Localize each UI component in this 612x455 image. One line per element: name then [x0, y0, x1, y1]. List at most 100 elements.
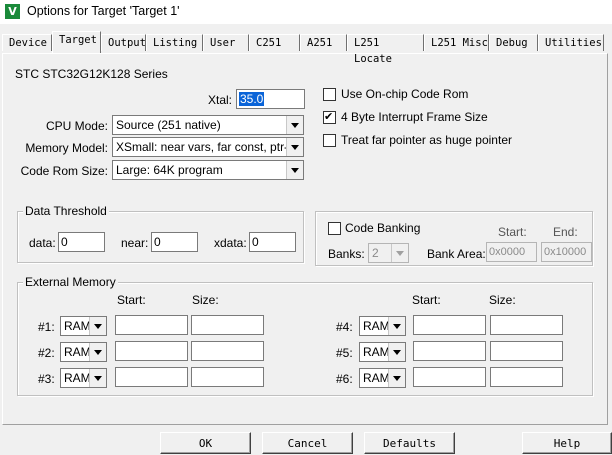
- bank-area-start-input[interactable]: 0x0000: [486, 242, 537, 262]
- ext-mem-row-1-label: #1:: [38, 320, 55, 334]
- ext-mem-type-value: RAM: [363, 371, 390, 385]
- ext-mem-row-3-type[interactable]: RAM: [60, 368, 107, 388]
- code-banking-label: Code Banking: [345, 221, 421, 235]
- xtal-value: 35.0: [239, 92, 265, 106]
- chevron-down-icon[interactable]: [89, 369, 106, 387]
- ext-mem-row-4-start[interactable]: [413, 315, 486, 335]
- ext-mem-row-1-type[interactable]: RAM: [60, 316, 107, 336]
- tab-l251-misc[interactable]: L251 Misc: [424, 34, 489, 51]
- data-threshold-title: Data Threshold: [23, 204, 109, 218]
- ext-mem-row-6-label: #6:: [336, 372, 353, 386]
- bank-area-end-input[interactable]: 0x10000: [541, 242, 592, 262]
- xtal-input[interactable]: 35.0: [236, 89, 305, 109]
- ext-size-label-left: Size:: [192, 293, 219, 307]
- cpu-mode-value: Source (251 native): [116, 118, 221, 132]
- keil-uvision-icon: V: [5, 4, 20, 19]
- ext-mem-row-3-start[interactable]: [115, 367, 188, 387]
- tab-listing[interactable]: Listing: [146, 34, 203, 51]
- far-pointer-huge-checkbox[interactable]: [323, 134, 336, 147]
- code-rom-size-select[interactable]: Large: 64K program: [112, 160, 304, 180]
- ext-mem-row-4-size[interactable]: [490, 315, 563, 335]
- ext-mem-row-6-type[interactable]: RAM: [359, 368, 406, 388]
- use-onchip-code-rom-label: Use On-chip Code Rom: [341, 87, 469, 101]
- ext-mem-row-3-size[interactable]: [191, 367, 264, 387]
- tab-l251-locate[interactable]: L251 Locate: [347, 34, 424, 65]
- tab-a251[interactable]: A251: [300, 34, 347, 51]
- memory-model-select[interactable]: XSmall: near vars, far const, ptr-4: [112, 137, 304, 157]
- help-button[interactable]: Help: [522, 432, 612, 454]
- ext-mem-row-4-label: #4:: [336, 320, 353, 334]
- chevron-down-icon[interactable]: [286, 161, 303, 179]
- data-threshold-input[interactable]: 0: [58, 232, 105, 252]
- chevron-down-icon[interactable]: [89, 343, 106, 361]
- tab-output[interactable]: Output: [101, 34, 146, 51]
- ext-mem-row-5-label: #5:: [336, 346, 353, 360]
- cpu-mode-label: CPU Mode:: [45, 119, 108, 133]
- chevron-down-icon[interactable]: [388, 343, 405, 361]
- code-rom-size-value: Large: 64K program: [116, 163, 223, 177]
- ext-mem-row-2-type[interactable]: RAM: [60, 342, 107, 362]
- ext-mem-type-value: RAM: [64, 371, 91, 385]
- ext-start-label-right: Start:: [412, 293, 441, 307]
- ext-mem-row-6-size[interactable]: [490, 367, 563, 387]
- bank-end-label: End:: [553, 225, 578, 239]
- xtal-label: Xtal:: [207, 93, 232, 107]
- cpu-mode-select[interactable]: Source (251 native): [112, 115, 304, 135]
- ext-mem-row-5-size[interactable]: [490, 341, 563, 361]
- ext-mem-type-value: RAM: [363, 345, 390, 359]
- ext-mem-row-3-label: #3:: [38, 372, 55, 386]
- ext-start-label-left: Start:: [117, 293, 146, 307]
- ext-mem-type-value: RAM: [363, 319, 390, 333]
- chevron-down-icon[interactable]: [286, 138, 303, 156]
- tab-device[interactable]: Device: [2, 34, 52, 51]
- ext-mem-row-1-size[interactable]: [191, 315, 264, 335]
- far-pointer-huge-label: Treat far pointer as huge pointer: [341, 133, 512, 147]
- ext-mem-row-1-start[interactable]: [115, 315, 188, 335]
- cancel-button[interactable]: Cancel: [262, 432, 353, 454]
- xdata-threshold-input[interactable]: 0: [249, 232, 296, 252]
- ext-mem-row-5-type[interactable]: RAM: [359, 342, 406, 362]
- defaults-button[interactable]: Defaults: [364, 432, 455, 454]
- data-label: data:: [29, 236, 56, 250]
- chevron-down-icon[interactable]: [388, 369, 405, 387]
- ext-mem-row-2-size[interactable]: [191, 341, 264, 361]
- ext-mem-row-2-start[interactable]: [115, 341, 188, 361]
- checkmark-icon: ✔: [324, 110, 334, 123]
- memory-model-label: Memory Model:: [25, 141, 108, 155]
- chevron-down-icon[interactable]: [391, 244, 408, 262]
- device-series-label: STC STC32G12K128 Series: [15, 67, 168, 81]
- ext-mem-row-5-start[interactable]: [413, 341, 486, 361]
- chevron-down-icon[interactable]: [388, 317, 405, 335]
- code-banking-checkbox[interactable]: [328, 222, 341, 235]
- chevron-down-icon[interactable]: [286, 116, 303, 134]
- ext-mem-type-value: RAM: [64, 345, 91, 359]
- chevron-down-icon[interactable]: [89, 317, 106, 335]
- tab-target[interactable]: Target: [52, 31, 101, 53]
- ext-size-label-right: Size:: [489, 293, 516, 307]
- near-label: near:: [121, 236, 149, 250]
- near-threshold-input[interactable]: 0: [151, 232, 198, 252]
- ok-button[interactable]: OK: [160, 432, 251, 454]
- ext-mem-row-4-type[interactable]: RAM: [359, 316, 406, 336]
- bank-start-label: Start:: [498, 225, 527, 239]
- banks-select[interactable]: 2: [368, 243, 409, 263]
- tab-utilities[interactable]: Utilities: [538, 34, 604, 51]
- tab-debug[interactable]: Debug: [489, 34, 538, 51]
- banks-label: Banks:: [328, 247, 365, 261]
- memory-model-value: XSmall: near vars, far const, ptr-4: [116, 140, 295, 154]
- tab-c251[interactable]: C251: [249, 34, 300, 51]
- use-onchip-code-rom-checkbox[interactable]: [323, 88, 336, 101]
- bank-area-label: Bank Area:: [427, 247, 486, 261]
- title-bar[interactable]: V Options for Target 'Target 1': [0, 0, 612, 24]
- banks-value: 2: [372, 246, 379, 260]
- external-memory-title: External Memory: [23, 275, 118, 289]
- ext-mem-row-6-start[interactable]: [413, 367, 486, 387]
- tab-user[interactable]: User: [203, 34, 249, 51]
- code-rom-size-label: Code Rom Size:: [20, 164, 108, 178]
- window-title: Options for Target 'Target 1': [27, 4, 180, 18]
- interrupt-frame-size-label: 4 Byte Interrupt Frame Size: [341, 110, 488, 124]
- xdata-label: xdata:: [214, 236, 247, 250]
- ext-mem-type-value: RAM: [64, 319, 91, 333]
- ext-mem-row-2-label: #2:: [38, 346, 55, 360]
- interrupt-frame-size-checkbox[interactable]: ✔: [323, 110, 336, 124]
